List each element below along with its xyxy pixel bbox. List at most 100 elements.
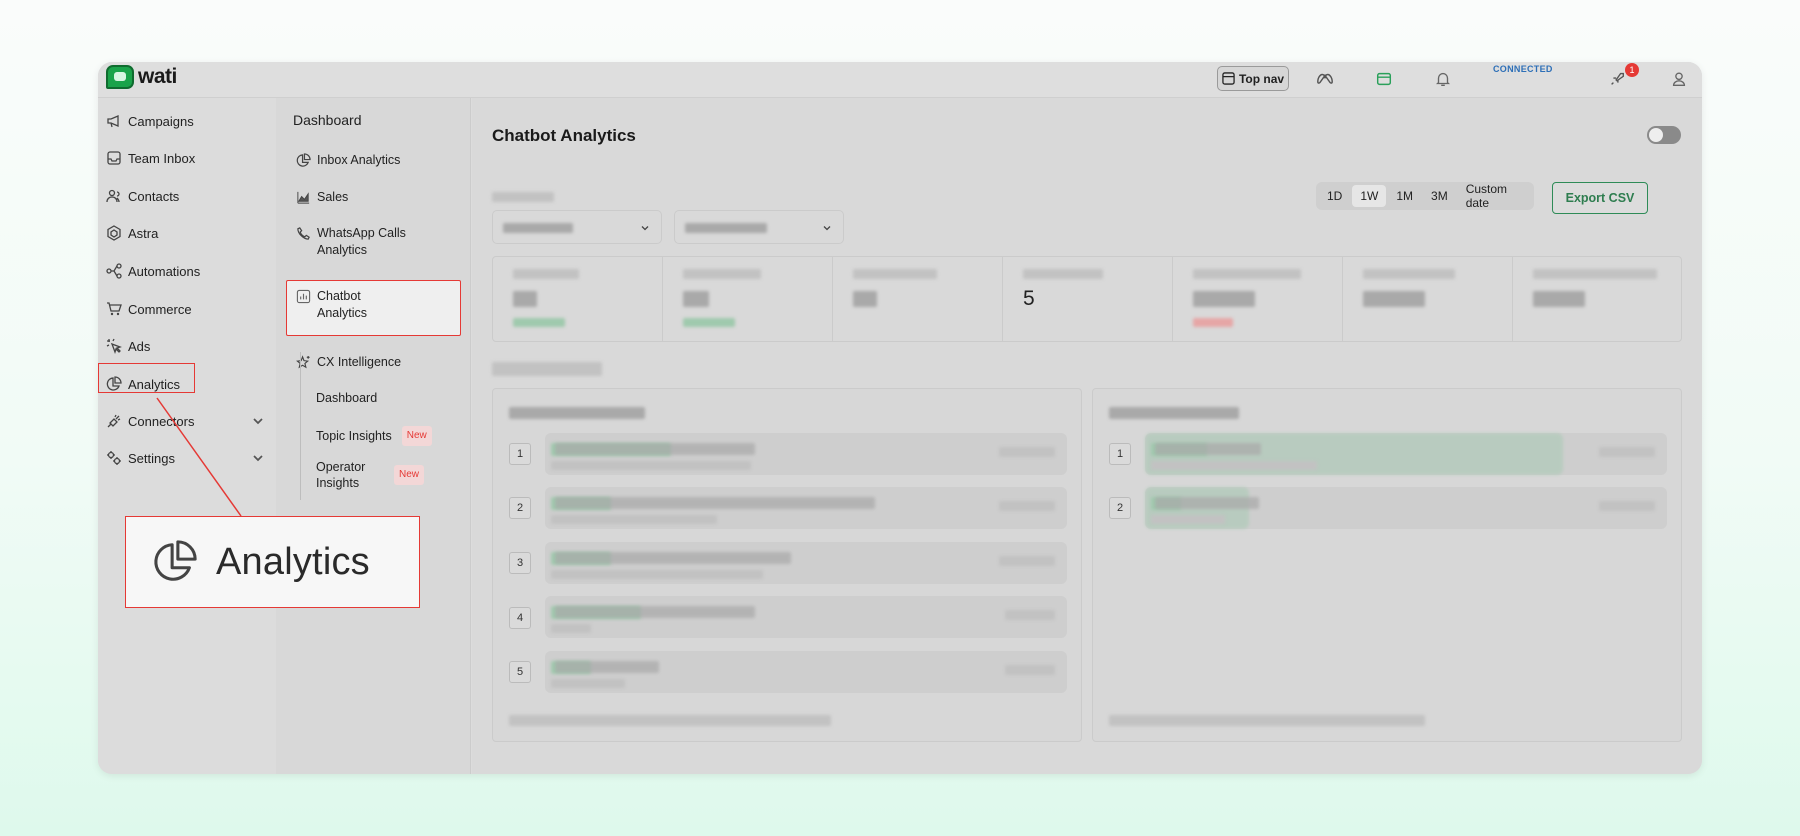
dashboard-subnav: Dashboard Inbox Analytics Sales WhatsApp…: [276, 98, 471, 774]
ranking-row: [545, 487, 1067, 529]
user-profile-icon[interactable]: [1670, 70, 1688, 88]
ranking-row: [545, 651, 1067, 693]
stat-card: 5: [1003, 257, 1173, 341]
sidebar-item-label: Ads: [128, 338, 151, 354]
cx-item-topic-insights[interactable]: Topic Insights New: [316, 426, 432, 446]
wati-logo[interactable]: wati: [106, 65, 177, 89]
rank-number: 3: [509, 552, 531, 574]
connection-status: CONNECTED: [1493, 64, 1553, 74]
chevron-down-icon: [641, 226, 649, 231]
subnav-item-chatbot-analytics[interactable]: Chatbot Analytics: [296, 288, 386, 322]
sidebar-item-contacts[interactable]: Contacts: [106, 184, 266, 208]
cx-item-label: Topic Insights: [316, 429, 392, 443]
sidebar-item-ads[interactable]: Ads: [106, 334, 266, 358]
blurred-stat-value: [1193, 291, 1255, 307]
sidebar-item-label: Contacts: [128, 188, 180, 204]
view-toggle[interactable]: [1647, 126, 1681, 144]
blurred-row-text: [555, 443, 755, 455]
blurred-stat-label: [683, 269, 761, 279]
blurred-stat-delta: [683, 318, 735, 327]
cx-item-label: Dashboard: [316, 391, 378, 405]
range-3m[interactable]: 3M: [1423, 185, 1456, 207]
callout-label: Analytics: [216, 540, 370, 583]
chevron-down-icon[interactable]: [250, 450, 266, 466]
rank-number: 2: [509, 497, 531, 519]
subnav-item-cx-intelligence[interactable]: CX Intelligence: [296, 354, 401, 371]
blurred-row-sub: [551, 570, 763, 579]
blurred-row-sub: [1151, 515, 1225, 524]
blurred-row-text: [555, 497, 875, 509]
range-1d[interactable]: 1D: [1319, 185, 1350, 207]
top-nav-button[interactable]: Top nav: [1217, 66, 1289, 91]
wallet-icon[interactable]: [1375, 70, 1393, 88]
filter-dropdown-2[interactable]: [674, 210, 844, 244]
pie-chart-icon: [296, 153, 311, 167]
logo-text: wati: [138, 65, 177, 88]
blurred-stat-value: [1363, 291, 1425, 307]
sidebar-item-label: Automations: [128, 263, 201, 279]
sidebar-item-astra[interactable]: Astra: [106, 221, 266, 245]
blurred-stat-label: [1363, 269, 1455, 279]
blurred-row-text: [555, 606, 755, 618]
blurred-row-value: [999, 447, 1055, 457]
chevron-down-icon[interactable]: [250, 413, 266, 429]
subnav-item-whatsapp-calls[interactable]: WhatsApp Calls Analytics: [296, 225, 426, 259]
subnav-item-sales[interactable]: Sales: [296, 189, 348, 206]
sidebar-item-label: Settings: [128, 450, 175, 466]
analytics-highlight-box: [98, 363, 195, 393]
blurred-row-sub: [551, 624, 591, 633]
sidebar-item-connectors[interactable]: Connectors: [106, 409, 266, 433]
cx-tree-line: [300, 352, 301, 500]
blurred-row-value: [1005, 665, 1055, 675]
rocket-icon[interactable]: [1608, 70, 1626, 88]
bar-chart-icon: [296, 289, 311, 304]
blurred-stat-label: [1023, 269, 1103, 279]
bell-icon[interactable]: [1434, 70, 1452, 88]
rank-number: 5: [509, 661, 531, 683]
sidebar-item-commerce[interactable]: Commerce: [106, 297, 266, 321]
sidebar-item-settings[interactable]: Settings: [106, 446, 266, 470]
range-custom-date[interactable]: Custom date: [1458, 178, 1531, 214]
subnav-item-inbox-analytics[interactable]: Inbox Analytics: [296, 152, 400, 169]
stat-card: [1513, 257, 1681, 341]
subnav-item-label: CX Intelligence: [317, 355, 402, 369]
stat-card: [833, 257, 1003, 341]
blurred-row-value: [1005, 610, 1055, 620]
blurred-stat-label: [1533, 269, 1657, 279]
sidebar-item-campaigns[interactable]: Campaigns: [106, 109, 266, 133]
blurred-stat-value: [683, 291, 709, 307]
top-nav-label: Top nav: [1238, 71, 1285, 86]
cx-item-label: Operator Insights: [316, 460, 366, 490]
cx-item-operator-insights[interactable]: Operator Insights New: [316, 459, 425, 491]
app-window: wati Top nav CONNECTED 1 Campaigns Team …: [98, 62, 1702, 774]
blurred-stat-label: [513, 269, 579, 279]
rank-number: 2: [1109, 497, 1131, 519]
blurred-row-text: [555, 552, 791, 564]
blurred-stat-value: [1533, 291, 1585, 307]
cart-icon: [107, 302, 122, 316]
filter-dropdown-1[interactable]: [492, 210, 662, 244]
sidebar-item-label: Astra: [128, 225, 159, 241]
contacts-icon: [106, 189, 120, 203]
ranking-row: [1145, 487, 1667, 529]
ranking-row: [1145, 433, 1667, 475]
range-1m[interactable]: 1M: [1388, 185, 1421, 207]
export-csv-button[interactable]: Export CSV: [1552, 182, 1648, 214]
top-bar: wati Top nav CONNECTED 1: [98, 62, 1702, 98]
stat-card: [493, 257, 663, 341]
blurred-stat-label: [1193, 269, 1301, 279]
astra-icon: [107, 225, 121, 241]
stat-card: [1343, 257, 1513, 341]
blurred-card-footer: [1109, 715, 1425, 726]
stat-card: [663, 257, 833, 341]
cx-item-dashboard[interactable]: Dashboard: [316, 390, 377, 406]
sidebar-item-label: Campaigns: [128, 113, 194, 129]
sidebar-item-team-inbox[interactable]: Team Inbox: [106, 146, 266, 170]
meta-icon[interactable]: [1316, 70, 1334, 88]
chat-bubble-logo-icon: [106, 65, 134, 89]
gear-icon: [107, 451, 121, 465]
sidebar-item-automations[interactable]: Automations: [106, 259, 266, 283]
ranking-row: [545, 596, 1067, 638]
chatbot-analytics-main: Chatbot Analytics 1D 1W 1M 3M Custom dat…: [472, 98, 1702, 774]
range-1w[interactable]: 1W: [1352, 185, 1387, 207]
